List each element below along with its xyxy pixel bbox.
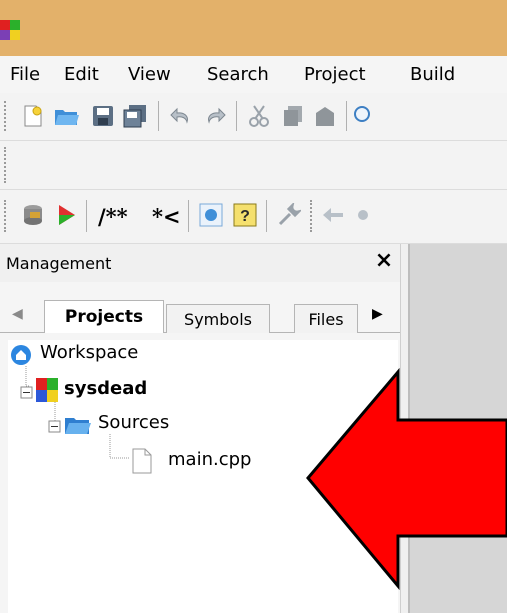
menu-search[interactable]: Search (207, 64, 269, 85)
file-icon (132, 448, 152, 474)
save-icon[interactable] (90, 103, 116, 129)
toolbar-separator (346, 101, 347, 131)
project-icon (36, 378, 58, 402)
redo-icon[interactable] (202, 103, 228, 129)
wrench-icon[interactable] (276, 202, 302, 228)
tree-label-project: sysdead (64, 378, 148, 399)
browse-icon[interactable] (198, 202, 224, 228)
copy-icon[interactable] (280, 103, 306, 129)
red-arrow-annotation (306, 367, 507, 591)
menu-bar: File Edit View Search Project Build (0, 56, 507, 93)
empty-toolbar (0, 141, 507, 190)
tab-label: Files (308, 309, 344, 329)
collapse-toggle-icon[interactable] (48, 420, 62, 434)
menu-view[interactable]: View (128, 64, 171, 85)
toolbar-grip[interactable] (4, 200, 10, 232)
back-icon[interactable] (320, 202, 346, 228)
tree-label-workspace: Workspace (40, 342, 139, 363)
dot-icon[interactable] (350, 202, 376, 228)
toolbar-separator (236, 101, 237, 131)
secondary-toolbar: /** *< ? (0, 190, 507, 244)
toolbar-grip[interactable] (4, 101, 10, 131)
save-all-icon[interactable] (122, 103, 148, 129)
toolbar-grip[interactable] (310, 200, 316, 232)
close-icon[interactable]: × (372, 248, 396, 273)
tree-label-folder: Sources (98, 412, 170, 433)
find-icon[interactable] (352, 103, 378, 129)
tree-label-file: main.cpp (168, 449, 252, 470)
open-folder-icon (65, 418, 91, 434)
menu-edit[interactable]: Edit (64, 64, 99, 85)
workspace-node[interactable]: Workspace (10, 342, 138, 370)
panel-title: Management (6, 254, 112, 273)
title-bar (0, 0, 507, 56)
doc-comment-button[interactable]: /** (98, 204, 128, 229)
tab-label: Symbols (184, 309, 252, 329)
database-icon[interactable] (20, 202, 46, 228)
paste-icon[interactable] (312, 103, 338, 129)
tab-projects[interactable]: Projects (44, 300, 164, 333)
help-icon[interactable]: ? (232, 202, 258, 228)
tab-scroll-right-icon[interactable]: ▶ (372, 306, 383, 322)
toolbar-separator (188, 200, 189, 232)
main-toolbar (0, 93, 507, 141)
collapse-toggle-icon[interactable] (20, 386, 34, 400)
svg-text:?: ? (240, 208, 250, 225)
menu-build[interactable]: Build (410, 64, 455, 85)
undo-icon[interactable] (168, 103, 194, 129)
toolbar-separator (266, 200, 267, 232)
workspace-icon (11, 345, 31, 365)
panel-header: Management × (0, 244, 400, 282)
tab-label: Projects (64, 307, 144, 327)
toolbar-separator (158, 101, 159, 131)
toolbar-grip[interactable] (4, 147, 10, 183)
tab-symbols[interactable]: Symbols (166, 304, 270, 333)
open-folder-icon[interactable] (54, 103, 80, 129)
tab-files[interactable]: Files (294, 304, 358, 333)
cut-icon[interactable] (246, 103, 272, 129)
app-logo-icon (0, 20, 20, 40)
toolbar-separator (86, 200, 87, 232)
menu-file[interactable]: File (10, 64, 40, 85)
tab-strip: ◀ Projects Symbols Files ▶ (0, 300, 400, 333)
new-file-icon[interactable] (20, 103, 46, 129)
tab-scroll-left-icon[interactable]: ◀ (12, 306, 23, 322)
debug-run-icon[interactable] (54, 202, 80, 228)
menu-project[interactable]: Project (304, 64, 366, 85)
line-comment-button[interactable]: *< (152, 204, 181, 229)
